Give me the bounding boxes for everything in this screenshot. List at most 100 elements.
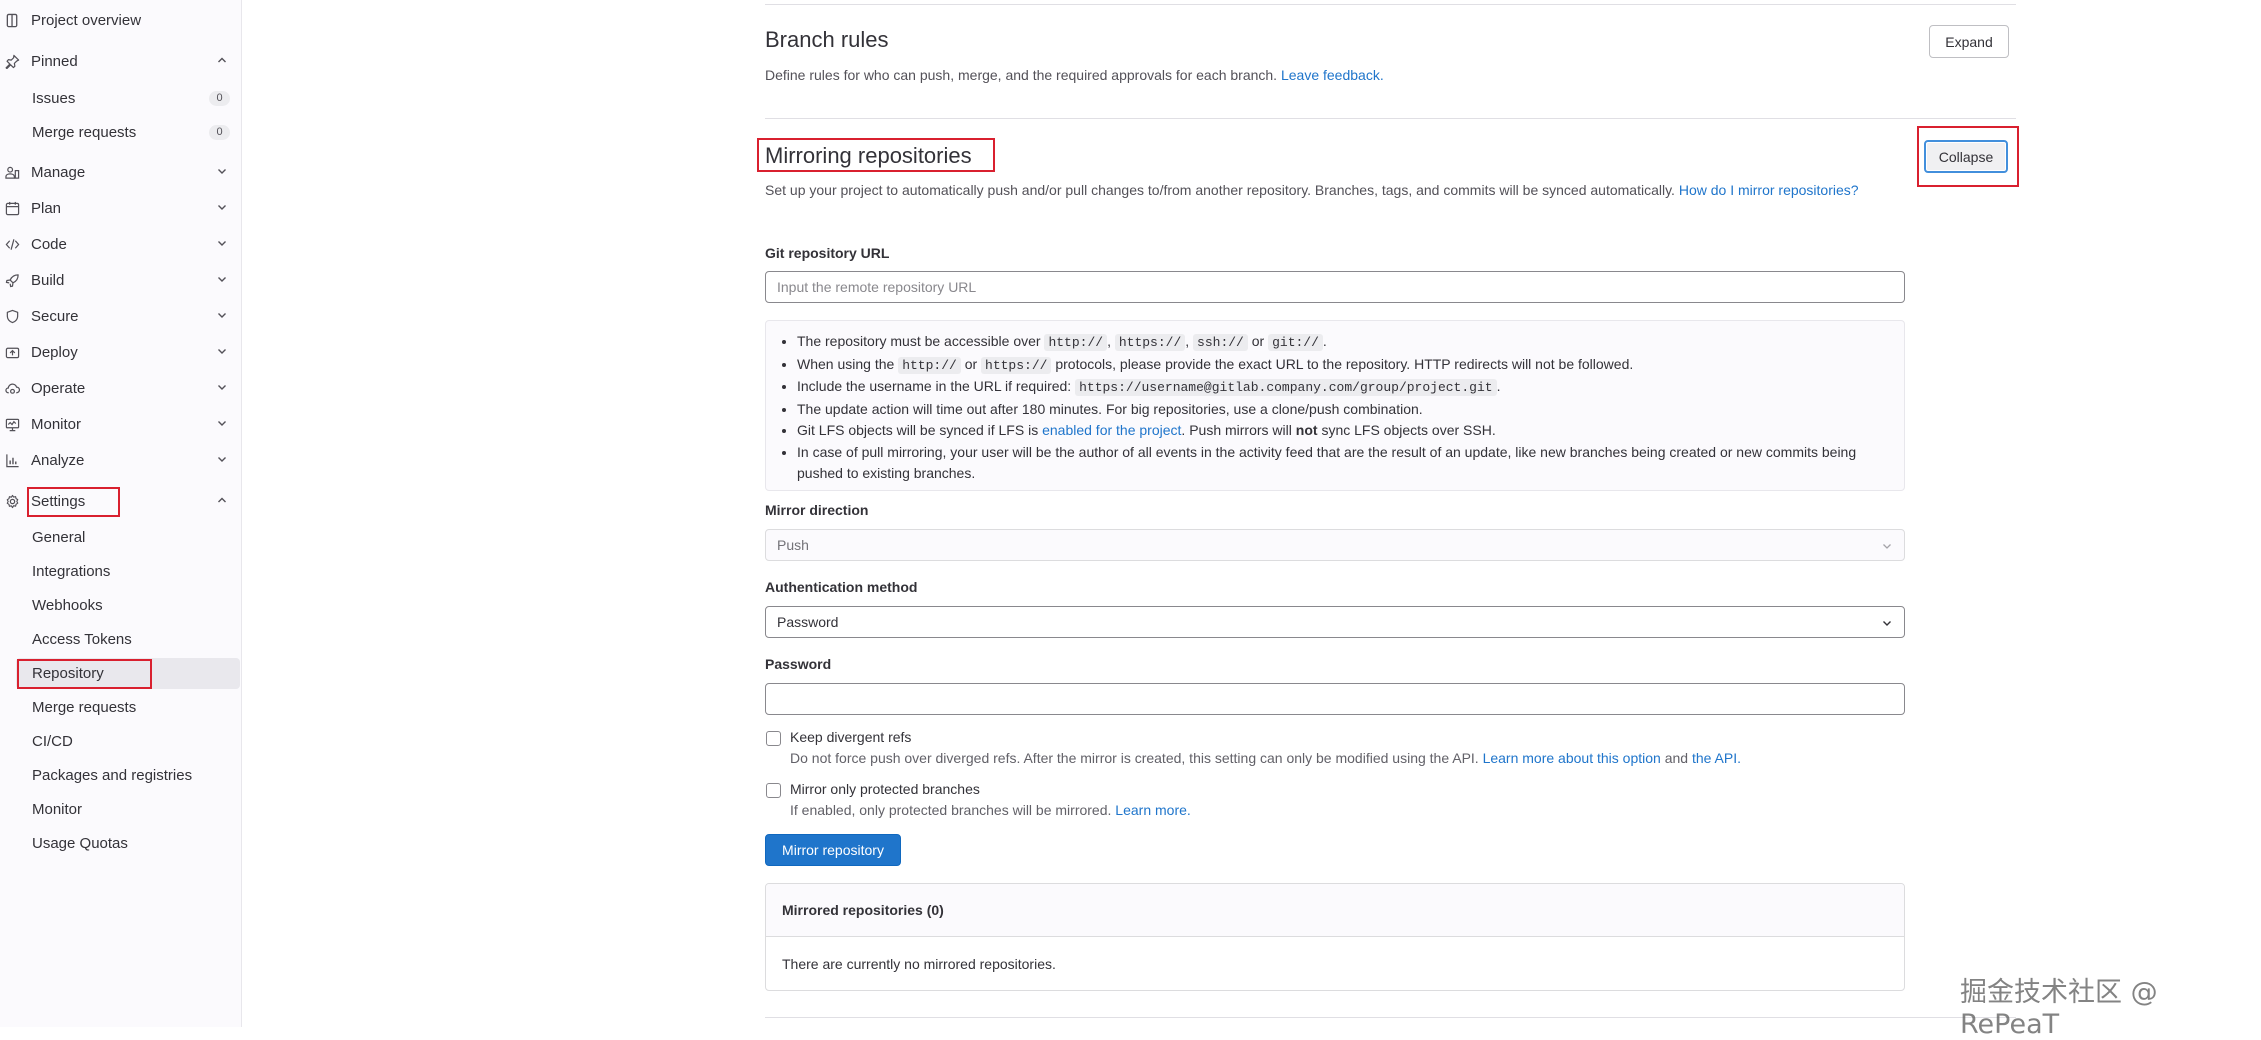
sidebar-item-label: General — [32, 529, 85, 546]
sidebar-section-pinned[interactable]: Pinned — [0, 46, 78, 76]
mirroring-description: Set up your project to automatically pus… — [765, 180, 1890, 201]
chart-icon — [4, 452, 20, 468]
sidebar-item-access-tokens[interactable]: Access Tokens — [32, 624, 132, 654]
how-to-mirror-link[interactable]: How do I mirror repositories? — [1679, 182, 1859, 198]
sidebar-item-packages-and-registries[interactable]: Packages and registries — [32, 760, 192, 790]
mirrored-repositories-empty: There are currently no mirrored reposito… — [766, 937, 1904, 991]
sidebar-section-code[interactable]: Code — [0, 229, 67, 259]
help-text: or — [965, 356, 977, 372]
help-text: or — [1252, 333, 1264, 349]
watermark: 掘金技术社区 @ RePeaT — [1960, 970, 2261, 1040]
sidebar-section-analyze[interactable]: Analyze — [0, 445, 84, 475]
sidebar-item-integrations[interactable]: Integrations — [32, 556, 110, 586]
expand-button[interactable]: Expand — [1929, 25, 2009, 58]
chevron-down-icon — [216, 165, 228, 177]
sidebar-item-label: Access Tokens — [32, 631, 132, 648]
sidebar-item-ci-cd[interactable]: CI/CD — [32, 726, 73, 756]
auth-method-label: Authentication method — [765, 579, 917, 595]
mirror-direction-select[interactable]: Push — [765, 529, 1905, 561]
help-bold-not: not — [1296, 422, 1318, 438]
password-input[interactable] — [765, 683, 1905, 715]
auth-method-select[interactable]: Password — [765, 606, 1905, 638]
chevron-up-icon — [216, 494, 228, 506]
sidebar-item-label: Project overview — [31, 12, 141, 29]
section-divider — [765, 1017, 2016, 1018]
code-https: https:// — [1115, 334, 1185, 351]
chevron-down-icon — [216, 201, 228, 213]
keep-divergent-refs-checkbox[interactable] — [766, 731, 781, 746]
gear-icon — [4, 493, 20, 509]
help-text: Include the username in the URL if requi… — [797, 378, 1071, 394]
keep-divergent-refs-help: Do not force push over diverged refs. Af… — [790, 750, 1741, 766]
protected-branches-label: Mirror only protected branches — [790, 781, 980, 797]
sidebar-item-label: Packages and registries — [32, 767, 192, 784]
protected-branches-help: If enabled, only protected branches will… — [790, 802, 1191, 818]
section-divider — [765, 118, 2016, 119]
sidebar-section-secure[interactable]: Secure — [0, 301, 79, 331]
sidebar-item-label: Merge requests — [32, 124, 136, 141]
chevron-down-icon — [216, 345, 228, 357]
chevron-down-icon — [1881, 540, 1893, 552]
leave-feedback-link[interactable]: Leave feedback. — [1281, 67, 1384, 83]
code-https: https:// — [981, 357, 1051, 374]
sidebar-item-merge-requests[interactable]: Merge requests — [32, 117, 136, 147]
monitor-icon — [4, 416, 20, 432]
chevron-down-icon — [216, 237, 228, 249]
chevron-down-icon — [216, 453, 228, 465]
chevron-down-icon — [216, 309, 228, 321]
sidebar-item-webhooks[interactable]: Webhooks — [32, 590, 103, 620]
code-example-url: https://username@gitlab.company.com/grou… — [1075, 379, 1496, 396]
highlight-mirroring-title — [757, 138, 995, 172]
sidebar-section-label: Secure — [31, 308, 79, 325]
chevron-up-icon — [216, 54, 228, 66]
help-item-lfs: Git LFS objects will be synced if LFS is… — [797, 420, 1904, 442]
sidebar-section-plan[interactable]: Plan — [0, 193, 61, 223]
sidebar-item-usage-quotas[interactable]: Usage Quotas — [32, 828, 128, 858]
learn-more-link[interactable]: Learn more. — [1115, 802, 1190, 818]
lfs-enabled-link[interactable]: enabled for the project — [1042, 422, 1181, 438]
sidebar-item-merge-requests-settings[interactable]: Merge requests — [32, 692, 136, 722]
help-text: Git LFS objects will be synced if LFS is — [797, 422, 1038, 438]
sidebar-item-label: Usage Quotas — [32, 835, 128, 852]
sidebar-section-manage[interactable]: Manage — [0, 157, 85, 187]
help-item-username: Include the username in the URL if requi… — [797, 376, 1904, 399]
sidebar-section-label: Operate — [31, 380, 85, 397]
sidebar-section-label: Deploy — [31, 344, 78, 361]
sidebar-section-operate[interactable]: Operate — [0, 373, 85, 403]
sidebar-item-issues[interactable]: Issues — [32, 83, 75, 113]
sidebar-item-general[interactable]: General — [32, 522, 85, 552]
sidebar-item-project-overview[interactable]: Project overview — [0, 5, 141, 35]
chevron-down-icon — [216, 381, 228, 393]
sidebar-section-monitor[interactable]: Monitor — [0, 409, 81, 439]
the-api-link[interactable]: the API. — [1692, 750, 1741, 766]
help-item-protocols: The repository must be accessible over h… — [797, 331, 1904, 354]
sidebar-section-label: Pinned — [31, 53, 78, 70]
sidebar-section-label: Analyze — [31, 452, 84, 469]
code-git: git:// — [1268, 334, 1323, 351]
chevron-down-icon — [1881, 617, 1893, 629]
issues-count-badge: 0 — [209, 91, 230, 106]
git-url-label: Git repository URL — [765, 245, 889, 261]
sidebar-section-build[interactable]: Build — [0, 265, 64, 295]
branch-rules-description: Define rules for who can push, merge, an… — [765, 65, 1384, 86]
deployments-icon — [4, 344, 20, 360]
highlight-settings — [27, 487, 120, 517]
code-http: http:// — [1044, 334, 1107, 351]
protected-branches-checkbox[interactable] — [766, 783, 781, 798]
code-ssh: ssh:// — [1193, 334, 1248, 351]
mirror-repository-button[interactable]: Mirror repository — [765, 834, 901, 866]
learn-more-option-link[interactable]: Learn more about this option — [1483, 750, 1661, 766]
mirroring-description-text: Set up your project to automatically pus… — [765, 182, 1675, 198]
sidebar-section-label: Plan — [31, 200, 61, 217]
chevron-down-icon — [216, 273, 228, 285]
git-repository-url-input[interactable] — [765, 271, 1905, 303]
sidebar-item-label: Merge requests — [32, 699, 136, 716]
help-text: protocols, please provide the exact URL … — [1055, 356, 1633, 372]
highlight-collapse-button — [1917, 126, 2019, 187]
mirror-direction-label: Mirror direction — [765, 502, 868, 518]
sidebar-section-deploy[interactable]: Deploy — [0, 337, 78, 367]
sidebar-item-monitor-settings[interactable]: Monitor — [32, 794, 82, 824]
url-help-list: The repository must be accessible over h… — [766, 321, 1904, 485]
sidebar: Project overview Pinned Issues 0 Merge r… — [0, 0, 242, 1027]
password-label: Password — [765, 656, 831, 672]
